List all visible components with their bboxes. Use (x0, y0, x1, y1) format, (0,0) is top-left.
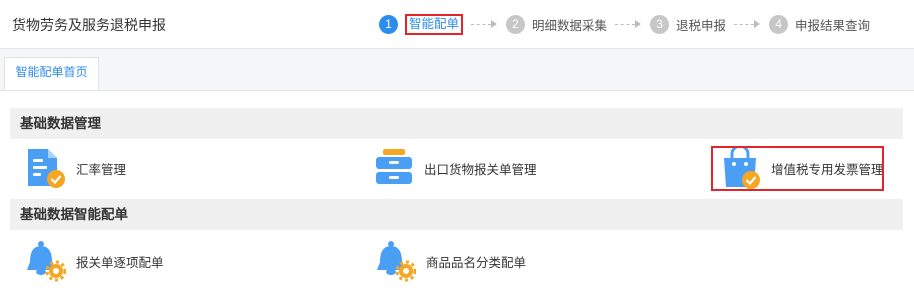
tab-bar: 智能配单首页 (0, 49, 914, 91)
step-2[interactable]: 2 明细数据采集 (506, 14, 607, 34)
step-3[interactable]: 3 退税申报 (650, 14, 726, 34)
step-2-label[interactable]: 明细数据采集 (532, 15, 607, 34)
section-header-smart-matching: 基础数据智能配单 (10, 199, 903, 230)
bell-gear-icon (374, 240, 416, 282)
highlight-box (711, 146, 884, 191)
menu-item-label: 商品品名分类配单 (426, 255, 527, 270)
step-progress: 1 智能配单 2 明细数据采集 3 退税申报 4 申报结果查询 (379, 12, 870, 36)
step-1-number: 1 (379, 14, 398, 34)
bell-gear-icon (24, 240, 66, 282)
step-1[interactable]: 1 智能配单 (379, 13, 464, 35)
menu-item-label: 汇率管理 (76, 162, 127, 177)
arrow-right-icon (734, 20, 761, 28)
section-header-basic-data: 基础数据管理 (10, 108, 903, 139)
step-1-label[interactable]: 智能配单 (405, 13, 464, 35)
header-bar: 货物劳务及服务退税申报 1 智能配单 2 明细数据采集 3 退税申报 4 申报结… (0, 0, 914, 49)
step-4-label[interactable]: 申报结果查询 (795, 15, 870, 34)
menu-item-declaration-matching[interactable]: 报关单逐项配单 (24, 240, 164, 282)
app-title: 货物劳务及服务退税申报 (12, 17, 166, 33)
step-3-label[interactable]: 退税申报 (676, 15, 726, 34)
menu-item-label: 报关单逐项配单 (76, 255, 164, 270)
step-3-number: 3 (650, 14, 670, 34)
menu-item-exchange-rate[interactable]: 汇率管理 (24, 146, 126, 190)
document-check-icon (24, 146, 66, 190)
step-2-number: 2 (506, 14, 526, 34)
arrow-right-icon (471, 20, 498, 28)
menu-item-export-declaration[interactable]: 出口货物报关单管理 (374, 146, 537, 190)
tab-smart-matching-home[interactable]: 智能配单首页 (4, 57, 99, 90)
menu-item-product-category-matching[interactable]: 商品品名分类配单 (374, 240, 526, 282)
step-4[interactable]: 4 申报结果查询 (769, 14, 870, 34)
menu-item-label: 出口货物报关单管理 (424, 162, 537, 177)
step-4-number: 4 (769, 14, 789, 34)
arrow-right-icon (615, 20, 642, 28)
tray-stack-icon (374, 146, 414, 190)
